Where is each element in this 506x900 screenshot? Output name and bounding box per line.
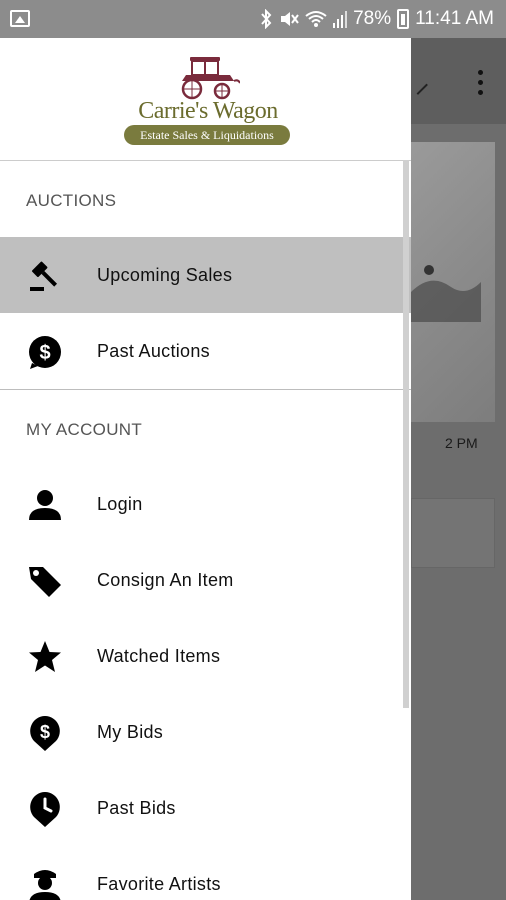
status-bar: 78% 11:41 AM bbox=[0, 0, 506, 38]
logo-name: Carrie's Wagon bbox=[138, 98, 278, 124]
tag-icon bbox=[29, 567, 61, 597]
svg-text:$: $ bbox=[39, 342, 50, 364]
drawer-item-favorite-artists[interactable]: Favorite Artists bbox=[0, 846, 411, 900]
drawer-item-label: My Bids bbox=[97, 721, 164, 742]
artist-icon bbox=[29, 870, 61, 900]
person-icon bbox=[29, 490, 61, 520]
background-card bbox=[411, 498, 495, 568]
background-app-scrim[interactable]: 2 PM bbox=[411, 38, 506, 900]
bluetooth-icon bbox=[261, 9, 272, 29]
drawer-item-consign[interactable]: Consign An Item bbox=[0, 542, 411, 618]
wifi-icon bbox=[305, 11, 327, 27]
drawer-item-upcoming-sales[interactable]: Upcoming Sales bbox=[0, 237, 411, 313]
svg-text:$: $ bbox=[40, 722, 50, 742]
mute-icon bbox=[281, 12, 299, 26]
drawer-item-label: Favorite Artists bbox=[97, 873, 221, 894]
background-sale-card bbox=[411, 142, 495, 422]
dollar-pin-icon: $ bbox=[30, 716, 60, 751]
dollar-icon: $ bbox=[29, 336, 61, 369]
drawer-header-logo: Carrie's Wagon Estate Sales & Liquidatio… bbox=[0, 38, 411, 161]
clock-pin-icon bbox=[30, 792, 60, 827]
gallery-notification-icon bbox=[10, 10, 30, 27]
sketch-artwork bbox=[411, 265, 481, 322]
clock: 11:41 AM bbox=[415, 8, 494, 29]
drawer-item-label: Watched Items bbox=[97, 645, 221, 666]
search-icon bbox=[411, 75, 428, 95]
section-header-my-account: MY ACCOUNT bbox=[26, 420, 143, 439]
drawer-item-past-auctions[interactable]: $ Past Auctions bbox=[0, 313, 411, 389]
drawer-item-watched[interactable]: Watched Items bbox=[0, 618, 411, 694]
drawer-item-login[interactable]: Login bbox=[0, 466, 411, 542]
drawer-item-label: Consign An Item bbox=[97, 569, 234, 590]
drawer-scrollbar[interactable] bbox=[403, 160, 409, 708]
drawer-item-label: Past Auctions bbox=[97, 340, 210, 361]
background-toolbar bbox=[411, 38, 506, 124]
status-icons: 78% 11:41 AM bbox=[259, 0, 494, 38]
drawer-item-my-bids[interactable]: $ My Bids bbox=[0, 694, 411, 770]
drawer-item-past-bids[interactable]: Past Bids bbox=[0, 770, 411, 846]
drawer-item-label: Login bbox=[97, 493, 143, 514]
battery-icon bbox=[397, 9, 410, 29]
star-icon bbox=[29, 641, 61, 672]
battery-percent: 78% bbox=[353, 8, 392, 29]
more-options-icon bbox=[478, 70, 484, 96]
navigation-drawer: Carrie's Wagon Estate Sales & Liquidatio… bbox=[0, 38, 411, 900]
wagon-logo-icon bbox=[181, 57, 240, 100]
logo-tagline: Estate Sales & Liquidations bbox=[124, 125, 290, 145]
sale-time: 2 PM bbox=[445, 435, 478, 451]
drawer-item-label: Upcoming Sales bbox=[97, 264, 233, 285]
section-header-auctions: AUCTIONS bbox=[26, 191, 117, 210]
gavel-icon bbox=[30, 261, 58, 291]
section-divider bbox=[0, 389, 411, 390]
drawer-item-label: Past Bids bbox=[97, 797, 176, 818]
signal-icon bbox=[333, 11, 348, 28]
